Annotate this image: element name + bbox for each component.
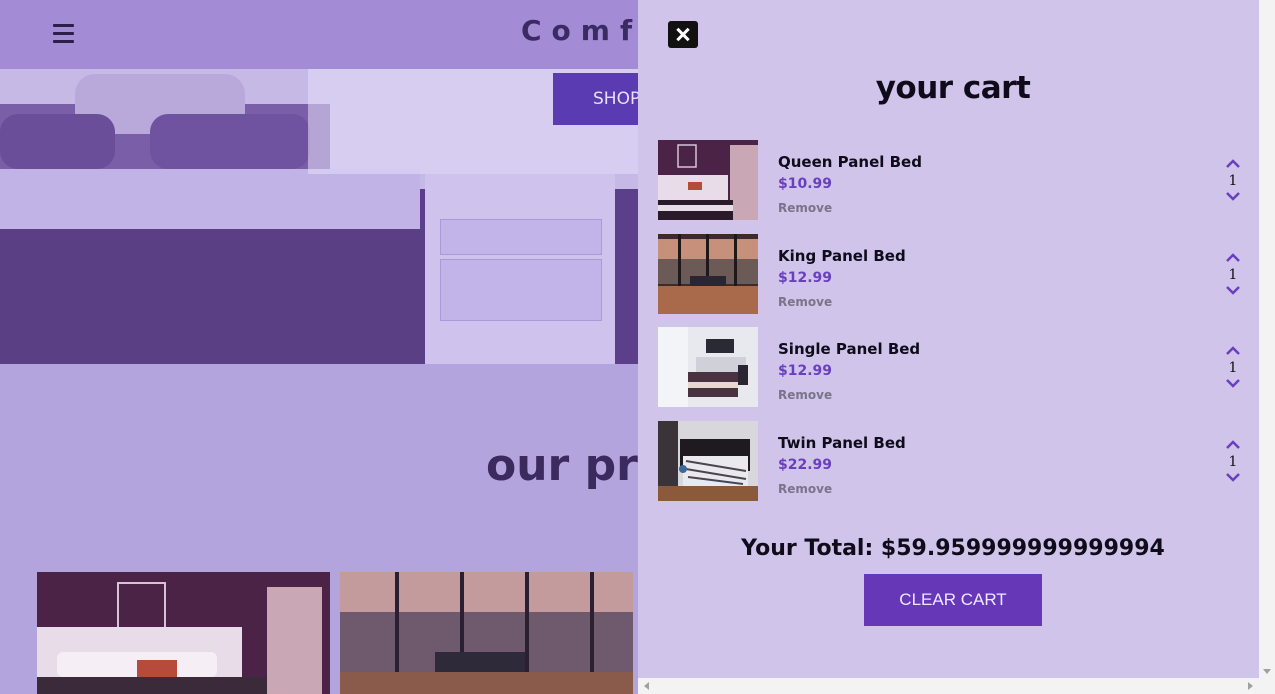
cart-panel: your cart Queen Panel Bed $10.99 Remove … bbox=[638, 0, 1259, 694]
cart-item-image bbox=[658, 140, 758, 220]
cart-item-quantity: 1 bbox=[1228, 267, 1238, 283]
cart-item-image bbox=[658, 234, 758, 314]
cart-item-price: $22.99 bbox=[778, 457, 833, 473]
chevron-up-icon[interactable] bbox=[1226, 439, 1240, 453]
cart-item-quantity: 1 bbox=[1228, 454, 1238, 470]
cart-item-name: Twin Panel Bed bbox=[778, 434, 906, 452]
cart-item-price: $10.99 bbox=[778, 176, 833, 192]
cart-item-name: King Panel Bed bbox=[778, 247, 906, 265]
cart-item-name: Single Panel Bed bbox=[778, 340, 921, 358]
product-image-queen-bed[interactable] bbox=[37, 572, 330, 694]
chevron-down-icon[interactable] bbox=[1226, 379, 1240, 393]
hero-banner-image bbox=[0, 69, 638, 364]
clear-cart-button[interactable]: CLEAR CART bbox=[864, 574, 1042, 626]
remove-item-link[interactable]: Remove bbox=[778, 201, 832, 215]
horizontal-scrollbar[interactable] bbox=[638, 678, 1259, 694]
cart-item-image bbox=[658, 421, 758, 501]
chevron-down-icon[interactable] bbox=[1226, 473, 1240, 487]
chevron-up-icon[interactable] bbox=[1226, 252, 1240, 266]
chevron-up-icon[interactable] bbox=[1226, 345, 1240, 359]
remove-item-link[interactable]: Remove bbox=[778, 388, 832, 402]
cart-item: Queen Panel Bed $10.99 Remove 1 bbox=[658, 140, 1248, 220]
cart-item: King Panel Bed $12.99 Remove 1 bbox=[658, 234, 1248, 314]
cart-item-price: $12.99 bbox=[778, 363, 833, 379]
cart-item-image bbox=[658, 327, 758, 407]
product-image-king-bed[interactable] bbox=[340, 572, 633, 694]
chevron-down-icon[interactable] bbox=[1226, 192, 1240, 206]
remove-item-link[interactable]: Remove bbox=[778, 295, 832, 309]
vertical-scrollbar[interactable] bbox=[1259, 0, 1275, 678]
close-cart-icon[interactable] bbox=[668, 21, 698, 48]
chevron-down-icon[interactable] bbox=[1226, 286, 1240, 300]
chevron-up-icon[interactable] bbox=[1226, 158, 1240, 172]
cart-item: Single Panel Bed $12.99 Remove 1 bbox=[658, 327, 1248, 407]
scroll-right-arrow-icon[interactable] bbox=[1248, 682, 1253, 690]
scroll-left-arrow-icon[interactable] bbox=[644, 682, 649, 690]
scroll-down-arrow-icon[interactable] bbox=[1263, 669, 1271, 674]
cart-item-price: $12.99 bbox=[778, 270, 833, 286]
hamburger-menu-icon[interactable] bbox=[53, 24, 74, 44]
cart-total: Your Total: $59.959999999999994 bbox=[741, 536, 1165, 561]
cart-item: Twin Panel Bed $22.99 Remove 1 bbox=[658, 421, 1248, 501]
cart-item-quantity: 1 bbox=[1228, 173, 1238, 189]
cart-item-name: Queen Panel Bed bbox=[778, 153, 922, 171]
cart-title: your cart bbox=[875, 70, 1031, 106]
remove-item-link[interactable]: Remove bbox=[778, 482, 832, 496]
scrollbar-corner bbox=[1259, 678, 1275, 694]
cart-item-quantity: 1 bbox=[1228, 360, 1238, 376]
